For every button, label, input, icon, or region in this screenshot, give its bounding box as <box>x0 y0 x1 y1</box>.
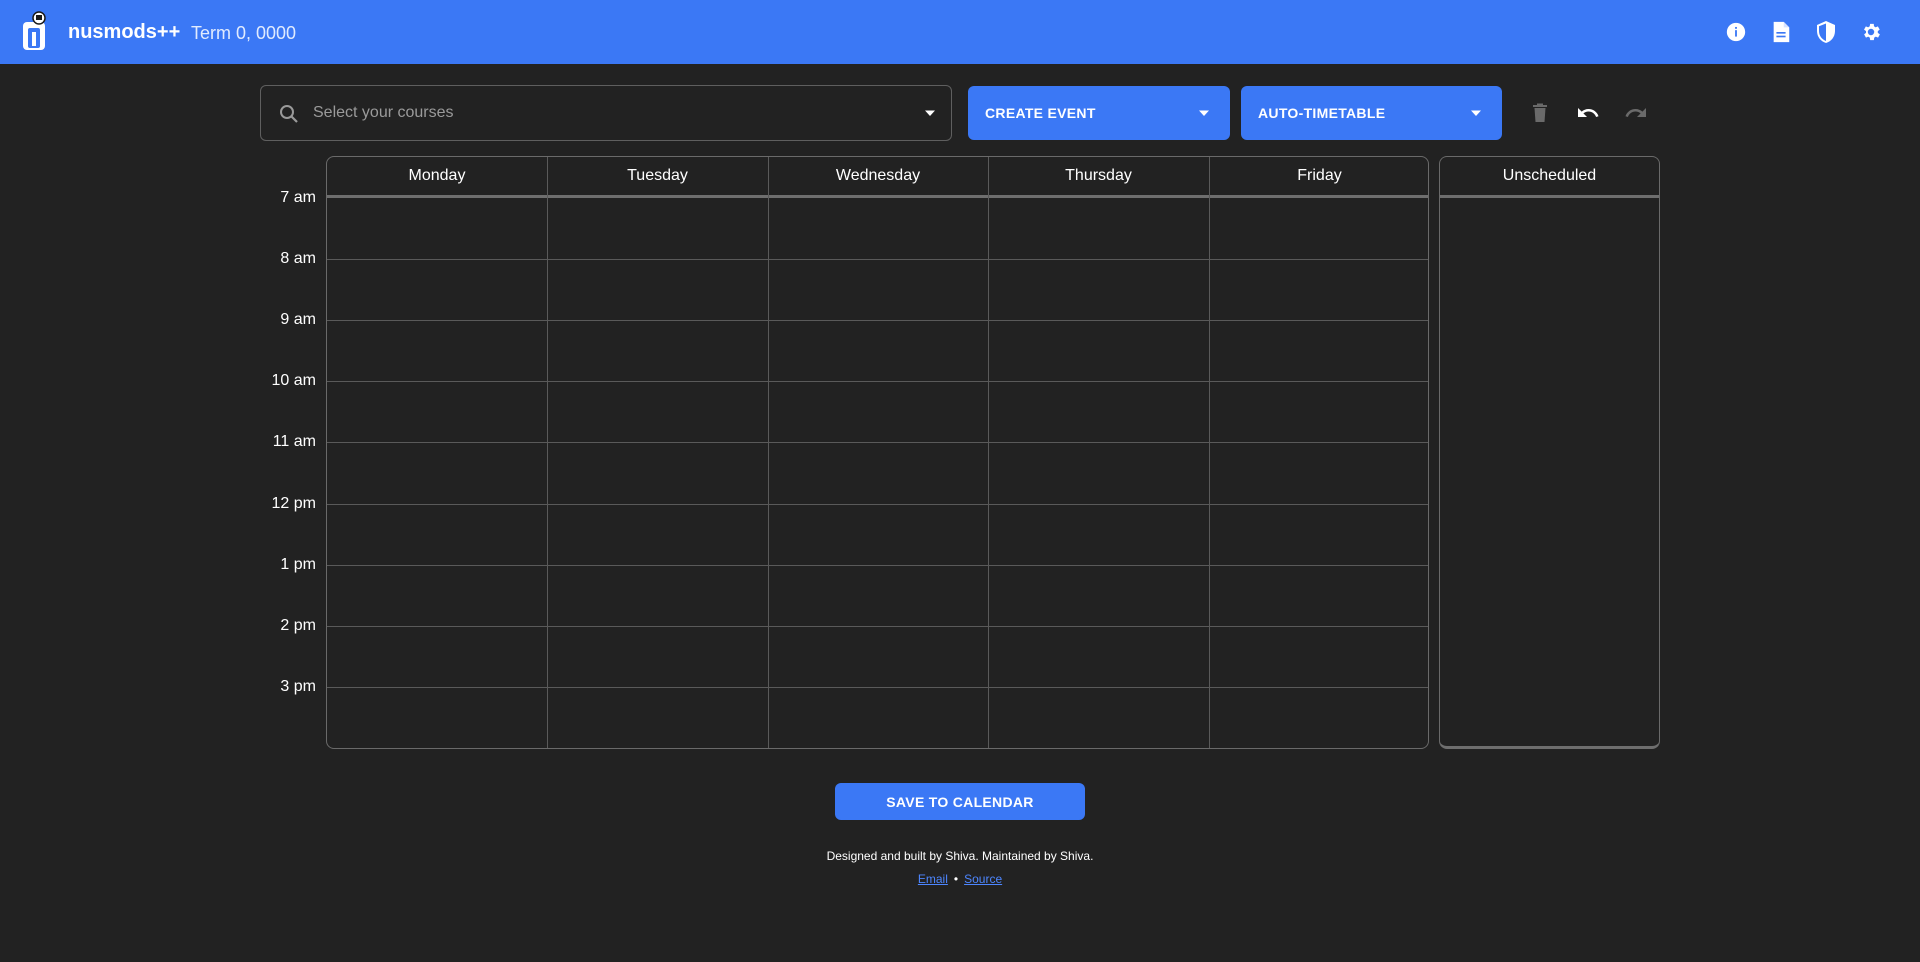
time-label: 8 am <box>280 250 316 267</box>
hour-divider <box>327 320 1428 321</box>
time-label: 1 pm <box>280 556 316 573</box>
hour-divider <box>327 259 1428 260</box>
unscheduled-panel[interactable]: Unscheduled <box>1439 156 1660 749</box>
time-label: 3 pm <box>280 678 316 695</box>
app-title[interactable]: nusmods++ <box>68 20 180 44</box>
auto-timetable-label: AUTO-TIMETABLE <box>1258 105 1386 121</box>
term-label: Term 0, 0000 <box>191 23 297 43</box>
day-header-monday: Monday <box>408 167 466 184</box>
column-divider <box>1209 157 1210 748</box>
chevron-down-icon <box>1471 110 1481 116</box>
column-divider <box>547 157 548 748</box>
column-divider <box>988 157 989 748</box>
search-icon <box>280 105 298 123</box>
footer-credits: Designed and built by Shiva. Maintained … <box>826 849 1094 863</box>
day-header-wednesday: Wednesday <box>835 167 921 184</box>
time-label: 9 am <box>280 311 316 328</box>
hour-divider <box>327 504 1428 505</box>
unscheduled-header: Unscheduled <box>1440 157 1659 198</box>
hour-divider <box>327 687 1428 688</box>
course-search[interactable] <box>260 85 952 141</box>
logo-icon[interactable] <box>20 10 52 52</box>
undo-icon[interactable] <box>1576 101 1600 125</box>
hour-divider <box>327 626 1428 627</box>
time-label: 12 pm <box>271 495 316 512</box>
day-header-row: Monday Tuesday Wednesday Thursday Friday <box>327 157 1428 198</box>
search-input[interactable] <box>311 96 871 130</box>
time-label: 11 am <box>272 433 316 450</box>
chevron-down-icon[interactable] <box>923 106 937 120</box>
hour-divider <box>327 442 1428 443</box>
hour-divider <box>327 565 1428 566</box>
column-divider <box>768 157 769 748</box>
auto-timetable-button[interactable]: AUTO-TIMETABLE <box>1241 86 1502 140</box>
save-to-calendar-button[interactable]: SAVE TO CALENDAR <box>835 783 1085 820</box>
day-header-friday: Friday <box>1297 167 1342 184</box>
email-link[interactable]: Email <box>918 872 948 886</box>
day-header-tuesday: Tuesday <box>627 167 688 184</box>
app-bar: nusmods++ Term 0, 0000 <box>0 0 1920 64</box>
document-icon[interactable] <box>1769 20 1793 44</box>
source-link[interactable]: Source <box>964 872 1002 886</box>
create-event-button[interactable]: CREATE EVENT <box>968 86 1230 140</box>
chevron-down-icon <box>1199 110 1209 116</box>
redo-icon[interactable] <box>1624 101 1648 125</box>
timetable-grid[interactable]: Monday Tuesday Wednesday Thursday Friday <box>326 156 1429 749</box>
hour-divider <box>327 381 1428 382</box>
footer-links: Email • Source <box>0 872 1920 886</box>
time-label: 7 am <box>280 189 316 206</box>
trash-icon[interactable] <box>1528 101 1552 125</box>
time-label: 10 am <box>271 372 316 389</box>
create-event-label: CREATE EVENT <box>985 105 1096 121</box>
link-separator: • <box>953 872 959 886</box>
day-header-thursday: Thursday <box>1065 167 1132 184</box>
gear-icon[interactable] <box>1859 20 1883 44</box>
info-icon[interactable] <box>1724 20 1748 44</box>
time-label: 2 pm <box>280 617 316 634</box>
shield-icon[interactable] <box>1814 20 1838 44</box>
